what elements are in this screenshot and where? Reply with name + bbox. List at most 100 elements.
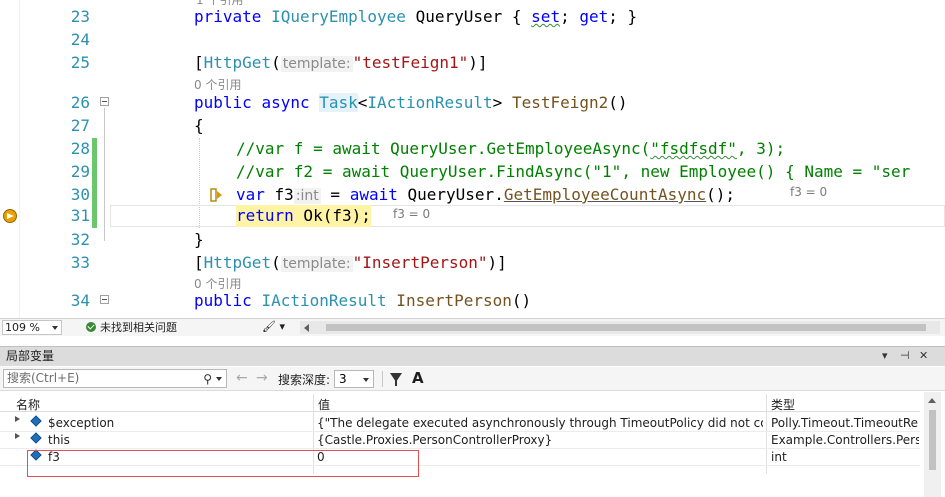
column-header-name[interactable]: 名称	[16, 396, 40, 413]
code-text: ();	[706, 185, 736, 204]
code-text: (	[271, 53, 281, 72]
code-text: ; }	[608, 7, 638, 26]
code-line-33[interactable]: 33 [HttpGet(template: "InsertPerson")]	[0, 252, 945, 274]
variable-icon	[30, 432, 42, 444]
issues-indicator[interactable]: 未找到相关问题	[86, 321, 177, 334]
close-icon[interactable]: ✕	[919, 347, 928, 365]
code-line-24[interactable]: 24	[0, 29, 945, 51]
variable-name: this	[48, 433, 70, 447]
line-number: 27	[70, 116, 90, 135]
keyword: return	[236, 206, 294, 225]
table-row[interactable]: $exception {"The delegate executed async…	[0, 415, 920, 432]
keyword: await	[349, 185, 398, 204]
type-hint: :int	[293, 188, 321, 204]
code-line-23[interactable]: 23 private IQueryEmployee QueryUser { se…	[0, 6, 945, 28]
comment-text: //var f2 = await QueryUser.FindAsync("1"…	[236, 162, 911, 181]
variable-type: int	[771, 450, 787, 464]
variable-type: Polly.Timeout.TimeoutRe...	[771, 416, 919, 430]
code-line-25[interactable]: 25 [HttpGet(template: "testFeign1")]	[0, 52, 945, 74]
parameter-hint: template:	[280, 56, 353, 72]
issues-text: 未找到相关问题	[100, 321, 177, 334]
code-line-30[interactable]: 30 var f3:int = await QueryUser.GetEmplo…	[0, 184, 945, 206]
code-line-26[interactable]: 26 public async Task<IActionResult> Test…	[0, 92, 945, 114]
method-name: GetEmployeeCountAsync	[503, 185, 707, 204]
line-number: 30	[70, 185, 90, 204]
keyword: public	[194, 291, 252, 310]
code-text: =	[320, 185, 350, 204]
code-editor[interactable]: 1 个引用 23 private IQueryEmployee QueryUse…	[0, 0, 945, 318]
keyword-get: get	[579, 7, 609, 26]
string-literal: "InsertPerson"	[352, 253, 488, 272]
run-to-here-icon[interactable]	[210, 188, 224, 202]
code-line-27[interactable]: 27 {	[0, 115, 945, 137]
search-previous-icon[interactable]: ←	[236, 370, 248, 386]
inline-datatip[interactable]: f3 = 0	[790, 185, 827, 199]
code-cleanup-icon[interactable]: 🖌 ▾	[262, 320, 292, 333]
filter-icon[interactable]	[390, 373, 402, 386]
code-text: {	[194, 116, 204, 135]
keyword: private	[194, 7, 262, 26]
code-text: [	[194, 253, 204, 272]
highlight-annotation-box	[27, 450, 419, 477]
zoom-select[interactable]: 109 %	[2, 320, 62, 335]
comment-text: , 3);	[736, 139, 786, 158]
comment-text: "fsdfsdf"	[650, 139, 737, 158]
horizontal-scrollbar[interactable]	[300, 321, 940, 334]
expand-icon[interactable]	[15, 433, 20, 439]
table-row[interactable]: this {Castle.Proxies.PersonControllerPro…	[0, 432, 920, 449]
search-depth-select[interactable]: 3	[334, 370, 374, 388]
zoom-value: 109 %	[5, 321, 40, 334]
chevron-down-icon	[363, 378, 369, 382]
line-number: 24	[70, 30, 90, 49]
inline-datatip[interactable]: f3 = 0	[393, 207, 430, 221]
code-text: )]	[487, 253, 507, 272]
code-line-34[interactable]: 34 public IActionResult InsertPerson()	[0, 290, 945, 312]
collapse-toggle[interactable]	[100, 295, 109, 304]
line-number: 28	[70, 139, 90, 158]
variable-value: {"The delegate executed asynchronously t…	[317, 416, 763, 430]
attribute-name: HttpGet	[203, 253, 272, 272]
toolbar-divider	[382, 371, 383, 387]
column-header-value[interactable]: 值	[318, 396, 330, 413]
line-number: 32	[70, 230, 90, 249]
code-line-32[interactable]: 32 }	[0, 229, 945, 251]
code-line-31[interactable]: 31 return Ok(f3); f3 = 0	[0, 205, 945, 227]
method-name: TestFeign2	[511, 93, 609, 112]
pin-icon[interactable]: ⊣	[900, 347, 910, 365]
code-line-29[interactable]: 29 //var f2 = await QueryUser.FindAsync(…	[0, 161, 945, 183]
code-text: >	[492, 93, 503, 112]
search-icon[interactable]: ⚲	[203, 371, 212, 388]
line-number: 34	[70, 291, 90, 310]
scrollbar-thumb[interactable]	[929, 410, 936, 470]
line-number: 31	[70, 206, 90, 225]
search-input[interactable]: 搜索(Ctrl+E) ⚲	[3, 369, 227, 388]
chevron-down-icon[interactable]	[216, 377, 222, 381]
scroll-up-icon[interactable]	[928, 398, 936, 403]
line-number: 26	[70, 93, 90, 112]
code-text: f3	[264, 185, 294, 204]
locals-grid[interactable]: 名称 值 类型 $exception {"The delegate execut…	[0, 392, 945, 497]
collapse-toggle[interactable]	[100, 97, 109, 106]
line-number: 33	[70, 253, 90, 272]
type-name: Task	[319, 93, 358, 112]
scroll-left-icon[interactable]	[304, 324, 309, 332]
search-next-icon[interactable]: →	[256, 370, 268, 386]
variable-icon	[30, 415, 42, 427]
line-number: 25	[70, 53, 90, 72]
code-line-28[interactable]: 28 //var f = await QueryUser.GetEmployee…	[0, 138, 945, 160]
panel-title: 局部变量	[6, 349, 55, 363]
scrollbar-thumb[interactable]	[326, 324, 926, 331]
keyword: async	[261, 93, 310, 112]
window-position-icon[interactable]: ▾	[882, 347, 888, 365]
expand-icon[interactable]	[15, 416, 20, 422]
code-text: ;	[560, 7, 570, 26]
check-circle-icon	[86, 322, 96, 332]
code-text: (	[271, 253, 281, 272]
code-text: ()	[608, 93, 628, 112]
code-lens-references[interactable]: 0 个引用	[194, 76, 241, 93]
column-header-type[interactable]: 类型	[771, 396, 795, 413]
vertical-scrollbar[interactable]	[924, 392, 941, 497]
text-format-icon[interactable]: A	[412, 369, 424, 387]
line-number: 29	[70, 162, 90, 181]
string-literal: "testFeign1"	[352, 53, 469, 72]
